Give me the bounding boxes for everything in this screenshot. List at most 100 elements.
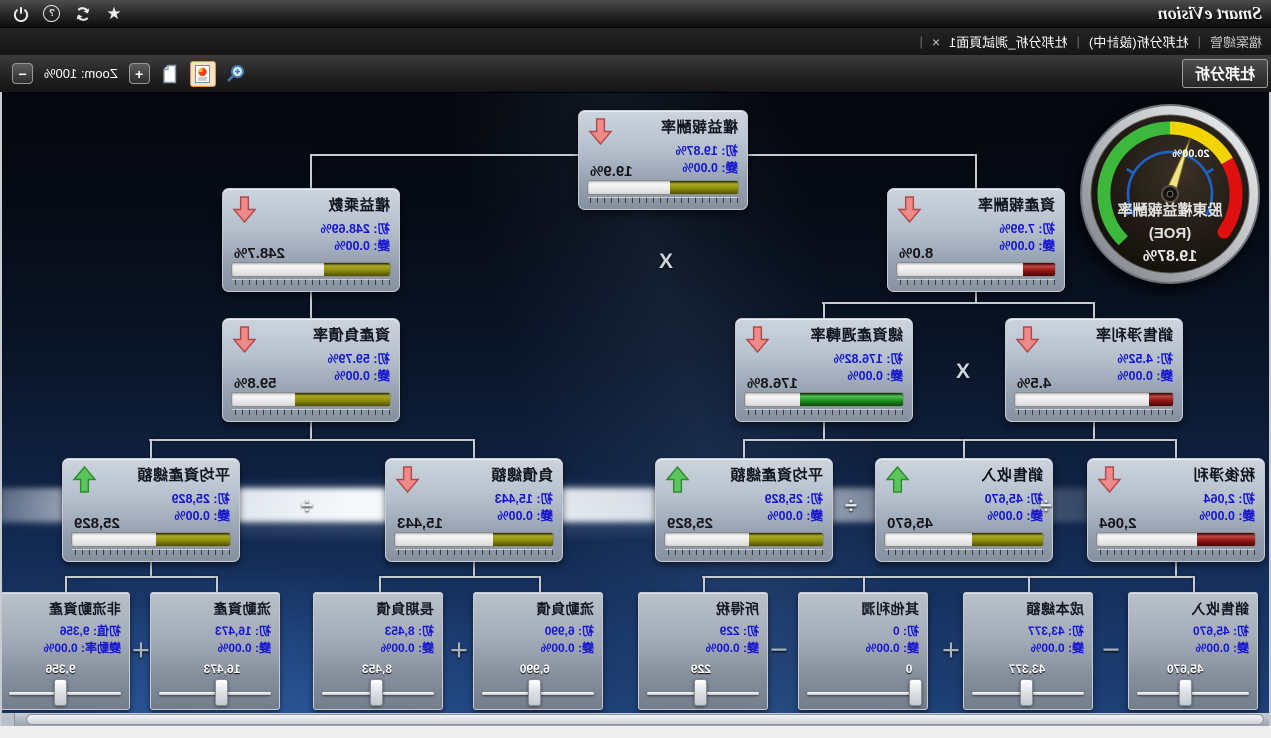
leaf-slider-handle[interactable] bbox=[694, 679, 707, 706]
tree-connector bbox=[863, 576, 865, 593]
leaf-slider-handle[interactable] bbox=[1021, 679, 1034, 706]
toolbar-tools: + Zoom: 100% − bbox=[12, 55, 249, 92]
node-equity_multiplier[interactable]: 權益乘數初: 248.69%變: 0.00%248.7% bbox=[222, 188, 400, 292]
tree-connector bbox=[150, 439, 152, 459]
leaf-current_assets[interactable]: 流動資產初: 16,473變: 0.00%16,473 bbox=[150, 592, 280, 710]
help-icon[interactable]: ? bbox=[43, 5, 61, 23]
leaf-sales_revenue[interactable]: 銷售收入初: 45,670變: 0.00%45,670 bbox=[1128, 592, 1258, 710]
tree-connector bbox=[65, 576, 67, 593]
leaf-slider-track[interactable] bbox=[807, 692, 919, 695]
node-debt_ratio[interactable]: 資產負債率初: 59.79%變: 0.00%59.8% bbox=[222, 318, 400, 422]
node-ruler bbox=[395, 549, 553, 555]
tree-connector bbox=[539, 576, 541, 593]
zoom-in-button[interactable]: + bbox=[129, 63, 150, 84]
leaf-longterm_liabilities[interactable]: 長期負債初: 8,453變: 0.00%8,453 bbox=[313, 592, 443, 710]
leaf-slider-handle[interactable] bbox=[215, 679, 228, 706]
divide-operator: ÷ bbox=[845, 493, 857, 519]
tree-connector bbox=[149, 439, 475, 441]
toolbar: 杜邦分析 bbox=[0, 55, 1271, 93]
node-progress-bar[interactable] bbox=[587, 180, 739, 195]
menu-separator: | bbox=[1198, 34, 1201, 49]
leaf-total_cost[interactable]: 成本總額初: 43,377變: 0.00%43,377 bbox=[963, 592, 1093, 710]
arrow-down-icon bbox=[745, 325, 770, 359]
node-total_liabilities[interactable]: 負債總額初: 15,443變: 0.00%15,443 bbox=[385, 458, 563, 562]
node-title: 權益報酬率 bbox=[660, 116, 738, 137]
leaf-other_profit[interactable]: 其他利潤初: 0變: 0.00%0 bbox=[798, 592, 928, 710]
node-display-value: 45,670 bbox=[887, 515, 933, 532]
tree-connector bbox=[703, 576, 705, 593]
node-change-value: 變: 0.00% bbox=[334, 235, 390, 254]
node-progress-bar[interactable] bbox=[896, 262, 1056, 277]
zoom-out-button[interactable]: − bbox=[12, 63, 33, 84]
page-tab-dupont[interactable]: 杜邦分析 bbox=[1182, 59, 1268, 88]
node-avg_assets_left[interactable]: 平均資產總額初: 25,829變: 0.00%25,829 bbox=[62, 458, 240, 562]
leaf-change-value: 變動率: 0.00% bbox=[44, 639, 121, 656]
tree-connector bbox=[702, 576, 1195, 578]
close-tab-icon[interactable]: × bbox=[932, 34, 940, 50]
tree-connector bbox=[310, 154, 578, 156]
node-progress-bar[interactable] bbox=[1096, 532, 1256, 547]
tree-connector bbox=[822, 302, 1094, 304]
node-progress-bar[interactable] bbox=[231, 392, 391, 407]
node-avg_assets_right[interactable]: 平均資產總額初: 25,829變: 0.00%25,829 bbox=[655, 458, 833, 562]
arrow-up-icon bbox=[72, 465, 97, 499]
leaf-title: 其他利潤 bbox=[861, 599, 919, 619]
scrollbar-thumb[interactable] bbox=[26, 714, 1264, 725]
node-display-value: 25,829 bbox=[667, 515, 713, 532]
node-roe[interactable]: 權益報酬率初: 19.87%變: 0.00%19.9% bbox=[578, 110, 748, 210]
node-display-value: 2,064 bbox=[1099, 515, 1137, 532]
leaf-income_tax[interactable]: 所得稅初: 229變: 0.00%229 bbox=[638, 592, 768, 710]
node-display-value: 25,829 bbox=[74, 515, 120, 532]
node-progress-bar[interactable] bbox=[394, 532, 554, 547]
node-title: 銷售收入 bbox=[981, 464, 1043, 485]
tree-connector bbox=[310, 292, 312, 320]
leaf-slider-handle[interactable] bbox=[1179, 679, 1192, 706]
arrow-down-icon bbox=[1097, 465, 1122, 499]
node-progress-bar[interactable] bbox=[664, 532, 824, 547]
tree-connector bbox=[963, 439, 965, 459]
node-sales_revenue_mid[interactable]: 銷售收入初: 45,670變: 0.00%45,670 bbox=[875, 458, 1053, 562]
horizontal-scrollbar[interactable] bbox=[0, 713, 1271, 726]
menu-item-design[interactable]: 杜邦分析(設計中) bbox=[1089, 32, 1189, 51]
arrow-down-icon bbox=[232, 195, 257, 229]
node-roa[interactable]: 資產報酬率初: 7.99%變: 0.00%8.0% bbox=[887, 188, 1065, 292]
node-display-value: 8.0% bbox=[899, 245, 933, 262]
node-title: 權益乘數 bbox=[328, 194, 390, 215]
leaf-slider-value: 6,990 bbox=[520, 662, 550, 676]
tree-connector bbox=[1175, 439, 1177, 459]
leaf-change-value: 變: 0.00% bbox=[706, 639, 759, 656]
tree-connector bbox=[1193, 576, 1195, 593]
multiply-operator: X bbox=[659, 250, 673, 274]
leaf-slider-handle[interactable] bbox=[54, 679, 67, 706]
leaf-slider-handle[interactable] bbox=[909, 679, 922, 706]
leaf-noncurrent_assets[interactable]: 非流動資產初值: 9,356變動率: 0.00%9,356 bbox=[0, 592, 130, 710]
leaf-slider-track[interactable] bbox=[1137, 692, 1249, 695]
node-progress-bar[interactable] bbox=[884, 532, 1044, 547]
node-title: 平均資產總額 bbox=[730, 464, 823, 485]
leaf-title: 流動負債 bbox=[536, 599, 594, 619]
leaf-slider-handle[interactable] bbox=[371, 679, 384, 706]
leaf-slider-handle[interactable] bbox=[528, 679, 541, 706]
document-tab[interactable]: 杜邦分析_測試頁面1 bbox=[949, 32, 1067, 51]
node-asset_turnover[interactable]: 總資產週轉率初: 176.82%變: 0.00%176.8% bbox=[735, 318, 913, 422]
refresh-icon[interactable] bbox=[74, 5, 92, 23]
leaf-current_liabilities[interactable]: 流動負債初: 6,990變: 0.00%6,990 bbox=[473, 592, 603, 710]
node-progress-bar[interactable] bbox=[1014, 392, 1174, 407]
power-icon[interactable] bbox=[12, 5, 30, 23]
tree-connector bbox=[379, 576, 541, 578]
node-progress-bar[interactable] bbox=[71, 532, 231, 547]
node-ruler bbox=[897, 279, 1055, 285]
zoom-area-icon[interactable] bbox=[223, 61, 249, 87]
report-view-icon[interactable] bbox=[190, 61, 216, 87]
node-net_margin[interactable]: 銷售淨利率初: 4.52%變: 0.00%4.5% bbox=[1005, 318, 1183, 422]
favorite-star-icon[interactable]: ★ bbox=[105, 5, 123, 23]
node-net_profit[interactable]: 稅後淨利初: 2,064變: 0.00%2,064 bbox=[1087, 458, 1265, 562]
node-progress-bar[interactable] bbox=[744, 392, 904, 407]
page-view-icon[interactable] bbox=[157, 61, 183, 87]
node-display-value: 19.9% bbox=[590, 163, 633, 180]
tree-connector bbox=[963, 439, 1177, 441]
menu-item-explorer[interactable]: 檔案總管 bbox=[1210, 32, 1262, 51]
node-progress-bar[interactable] bbox=[231, 262, 391, 277]
leaf-change-value: 變: 0.00% bbox=[541, 639, 594, 656]
tree-connector bbox=[216, 576, 218, 593]
